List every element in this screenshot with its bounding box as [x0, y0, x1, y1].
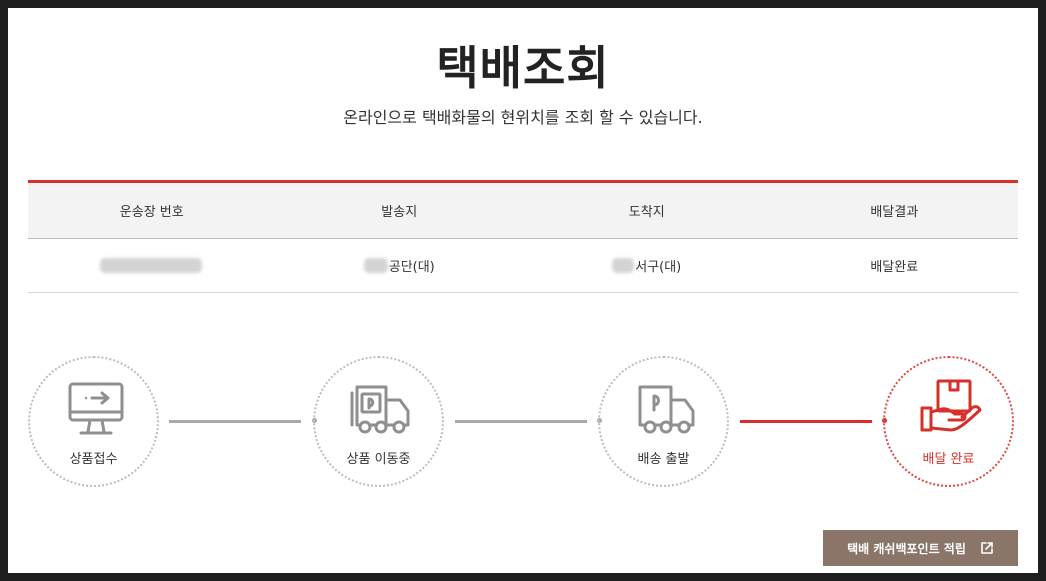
- origin-value: 공단(대): [388, 260, 435, 275]
- step-label: 배달 완료: [922, 452, 975, 467]
- connector-line-2: [455, 420, 587, 423]
- tracking-number-cell: [28, 239, 276, 292]
- hand-package-icon: [920, 379, 982, 432]
- step-label: 상품접수: [69, 452, 118, 467]
- step-in-transit: 상품 이동중: [313, 356, 444, 487]
- page-title: 택배조회: [436, 41, 610, 95]
- step-out-for-delivery: 배송 출발: [598, 356, 729, 487]
- step-received: 상품접수: [28, 356, 159, 487]
- redacted-tracking-number: [100, 258, 203, 273]
- step-label: 상품 이동중: [346, 452, 411, 467]
- step-label: 배송 출발: [637, 452, 690, 467]
- destination-value: 서구(대): [635, 260, 682, 275]
- header-destination: 도착지: [628, 205, 665, 220]
- table-header: 운송장 번호 발송지 도착지 배달결과: [28, 180, 1018, 239]
- step-delivered: 배달 완료: [883, 356, 1014, 487]
- header-origin: 발송지: [381, 205, 418, 220]
- moving-truck-icon: [350, 385, 410, 434]
- tracking-table: 운송장 번호 발송지 도착지 배달결과 공단(대) 서구(대) 배달완료: [28, 180, 1018, 293]
- delivery-truck-icon: [638, 385, 695, 434]
- connector-line-1: [169, 420, 301, 423]
- monitor-arrow-icon: [68, 382, 124, 435]
- destination-cell: 서구(대): [523, 239, 771, 292]
- page-subtitle: 온라인으로 택배화물의 현위치를 조회 할 수 있습니다.: [343, 108, 703, 127]
- result-cell: 배달완료: [870, 260, 919, 275]
- header-result: 배달결과: [870, 205, 919, 220]
- origin-cell: 공단(대): [276, 239, 524, 292]
- external-link-icon: [981, 542, 993, 554]
- delivery-progress: 상품접수 상품 이동중 배송 출발 배달 완료: [28, 356, 1018, 491]
- table-row: 공단(대) 서구(대) 배달완료: [28, 239, 1018, 293]
- connector-line-3: [740, 420, 872, 423]
- redacted-destination-prefix: [612, 258, 635, 273]
- cashback-point-button[interactable]: 택배 캐쉬백포인트 적립: [823, 530, 1018, 566]
- redacted-origin-prefix: [363, 258, 388, 273]
- header-tracking-number: 운송장 번호: [119, 205, 184, 220]
- cashback-button-label: 택배 캐쉬백포인트 적립: [847, 541, 966, 556]
- tracking-page: 택배조회 온라인으로 택배화물의 현위치를 조회 할 수 있습니다. 운송장 번…: [8, 8, 1038, 573]
